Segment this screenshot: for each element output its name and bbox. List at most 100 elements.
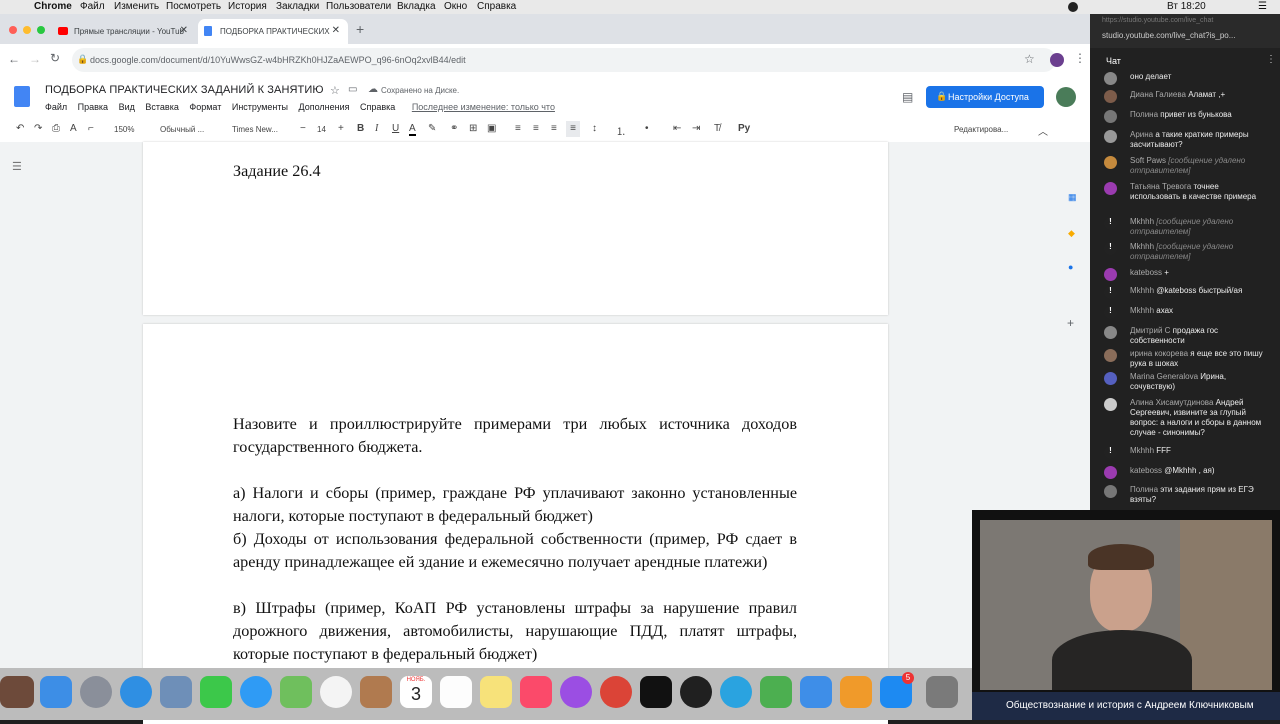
tab-youtube[interactable]: Прямые трансляции - YouTube ✕ <box>52 19 196 44</box>
avatar[interactable]: ! <box>1104 217 1117 230</box>
menu-help[interactable]: Справка <box>477 1 516 12</box>
dock-app-icon[interactable] <box>0 676 34 708</box>
close-tab-icon[interactable]: ✕ <box>180 25 188 36</box>
podcasts-icon[interactable] <box>560 676 592 708</box>
bulleted-list-icon[interactable]: • <box>645 123 649 134</box>
new-tab-button[interactable]: + <box>356 21 364 37</box>
avatar[interactable]: ! <box>1104 242 1117 255</box>
obs-icon[interactable] <box>680 676 712 708</box>
profile-avatar[interactable] <box>1050 53 1064 67</box>
avatar[interactable] <box>1104 182 1117 195</box>
comments-icon[interactable]: ▤ <box>902 90 913 104</box>
highlight-icon[interactable]: ✎ <box>428 123 436 134</box>
image-icon[interactable]: ▣ <box>487 123 496 134</box>
safari-icon[interactable] <box>120 676 152 708</box>
avatar[interactable] <box>1104 349 1117 362</box>
menu-window[interactable]: Окно <box>444 1 467 12</box>
reminders-icon[interactable] <box>440 676 472 708</box>
avatar[interactable] <box>1104 130 1117 143</box>
maps-icon[interactable] <box>280 676 312 708</box>
last-edit-link[interactable]: Последнее изменение: только что <box>412 102 555 112</box>
avatar[interactable] <box>1104 72 1117 85</box>
font-size-input[interactable]: 14 <box>317 125 326 134</box>
address-bar[interactable]: 🔒 docs.google.com/document/d/10YuWwsGZ-w… <box>72 48 1056 72</box>
mail-icon[interactable] <box>160 676 192 708</box>
italic-button[interactable]: I <box>375 123 378 134</box>
chat-header[interactable]: Чат <box>1106 56 1121 66</box>
keynote-icon[interactable] <box>800 676 832 708</box>
avatar[interactable]: ! <box>1104 306 1117 319</box>
docs-menu-file[interactable]: Файл <box>45 102 67 112</box>
editing-mode-select[interactable]: Редактирова... <box>954 125 1008 134</box>
chrome-icon[interactable] <box>600 676 632 708</box>
docs-menu-addons[interactable]: Дополнения <box>299 102 350 112</box>
align-justify-icon[interactable]: ≡ <box>566 121 580 137</box>
notes-icon[interactable] <box>480 676 512 708</box>
menu-bookmarks[interactable]: Закладки <box>276 1 319 12</box>
align-right-icon[interactable]: ≡ <box>551 123 557 134</box>
zoom-window-button[interactable] <box>37 26 45 34</box>
launchpad-icon[interactable] <box>80 676 112 708</box>
avatar[interactable] <box>1104 485 1117 498</box>
underline-button[interactable]: U <box>392 123 399 134</box>
menu-file[interactable]: Файл <box>80 1 105 12</box>
status-icon[interactable] <box>1068 2 1078 12</box>
link-icon[interactable]: ⚭ <box>450 123 458 134</box>
avatar[interactable] <box>1104 372 1117 385</box>
docs-menu-format[interactable]: Формат <box>189 102 221 112</box>
page-1[interactable]: Задание 26.4 <box>143 142 888 315</box>
collapse-icon[interactable]: ︿ <box>1038 123 1048 138</box>
forward-icon[interactable]: → <box>29 52 41 66</box>
bold-button[interactable]: B <box>357 123 364 134</box>
contacts-icon[interactable] <box>360 676 392 708</box>
more-icon[interactable]: ⋮ <box>1074 51 1086 65</box>
photos-icon[interactable] <box>320 676 352 708</box>
docs-logo-icon[interactable] <box>14 86 30 107</box>
align-left-icon[interactable]: ≡ <box>515 123 521 134</box>
redo-icon[interactable]: ↷ <box>34 123 42 134</box>
menu-history[interactable]: История <box>228 1 267 12</box>
print-icon[interactable]: ⎙ <box>52 123 60 134</box>
numbers-icon[interactable] <box>760 676 792 708</box>
docs-menu-view[interactable]: Вид <box>119 102 135 112</box>
avatar[interactable] <box>1104 268 1117 281</box>
docs-menu-edit[interactable]: Правка <box>78 102 108 112</box>
chat-url[interactable]: studio.youtube.com/live_chat?is_po... <box>1102 31 1235 40</box>
font-size-decrease-button[interactable]: − <box>300 123 306 134</box>
avatar[interactable] <box>1104 326 1117 339</box>
menu-users[interactable]: Пользователи <box>326 1 391 12</box>
music-icon[interactable] <box>520 676 552 708</box>
comment-icon[interactable]: ⊞ <box>469 123 477 134</box>
folder-icon[interactable]: ▭ <box>348 84 357 95</box>
document-title[interactable]: ПОДБОРКА ПРАКТИЧЕСКИХ ЗАДАНИЙ К ЗАНЯТИЮ <box>45 84 324 96</box>
messages-icon[interactable] <box>240 676 272 708</box>
zoom-select[interactable]: 150% <box>114 125 134 134</box>
avatar[interactable] <box>1104 90 1117 103</box>
reload-icon[interactable]: ↻ <box>50 51 60 65</box>
align-center-icon[interactable]: ≡ <box>533 123 539 134</box>
avatar[interactable] <box>1104 398 1117 411</box>
minimize-window-button[interactable] <box>23 26 31 34</box>
calendar-icon[interactable]: ▦ <box>1068 192 1077 203</box>
docs-menu-insert[interactable]: Вставка <box>145 102 178 112</box>
style-select[interactable]: Обычный ... <box>160 125 204 134</box>
line-spacing-icon[interactable]: ↕ <box>592 123 597 134</box>
chat-more-icon[interactable]: ⋮ <box>1266 54 1276 65</box>
input-tools-icon[interactable]: Ру <box>738 123 750 134</box>
menu-list-icon[interactable]: ☰ <box>1258 1 1267 12</box>
font-select[interactable]: Times New... <box>232 125 278 134</box>
font-size-increase-button[interactable]: + <box>338 123 344 134</box>
keep-icon[interactable]: ◆ <box>1068 228 1075 239</box>
avatar[interactable] <box>1104 110 1117 123</box>
menu-tab[interactable]: Вкладка <box>397 1 436 12</box>
docs-menu-tools[interactable]: Инструменты <box>232 102 288 112</box>
system-preferences-icon[interactable] <box>926 676 958 708</box>
menu-view[interactable]: Посмотреть <box>166 1 221 12</box>
add-addon-icon[interactable]: + <box>1067 316 1074 330</box>
tab-docs[interactable]: ПОДБОРКА ПРАКТИЧЕСКИХ ЗАДАНИЙ ✕ <box>198 19 348 44</box>
app-menu[interactable]: Chrome <box>34 1 72 12</box>
clear-formatting-icon[interactable]: T̸ <box>714 123 720 134</box>
calendar-icon[interactable]: НОЯБ. 3 <box>400 676 432 708</box>
star-icon[interactable]: ☆ <box>330 84 340 97</box>
account-avatar[interactable] <box>1056 87 1076 107</box>
